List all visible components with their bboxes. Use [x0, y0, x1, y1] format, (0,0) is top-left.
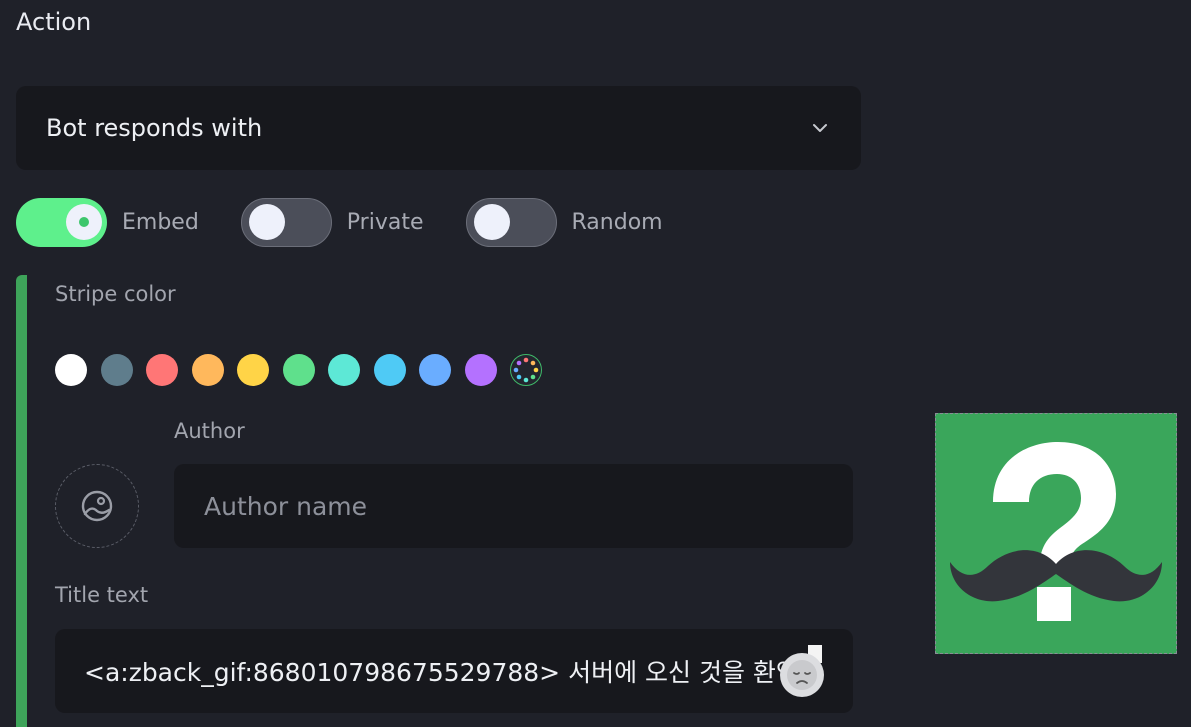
toggle-knob: [248, 204, 285, 240]
dropdown-selected-value: Bot responds with: [46, 114, 263, 142]
color-swatch-orange[interactable]: [191, 354, 224, 386]
toggle-knob: [473, 204, 510, 240]
stripe-color-swatches: [55, 354, 556, 386]
embed-toggle[interactable]: [16, 198, 107, 247]
action-type-dropdown[interactable]: Bot responds with: [16, 86, 861, 170]
custom-color-picker-button[interactable]: [510, 354, 542, 386]
color-swatch-teal[interactable]: [328, 354, 360, 386]
color-swatch-white[interactable]: [55, 354, 87, 386]
title-text-label: Title text: [55, 583, 149, 607]
random-toggle[interactable]: [465, 198, 557, 247]
section-title: Action: [16, 8, 92, 36]
color-swatch-blue[interactable]: [419, 354, 451, 386]
title-text-input[interactable]: <a:zback_gif:868010798675529788> 서버에 오신 …: [55, 629, 853, 713]
random-option: Random: [465, 198, 663, 247]
color-swatch-green[interactable]: [282, 354, 315, 386]
toggle-knob: [66, 204, 102, 240]
color-swatch-yellow[interactable]: [237, 354, 269, 386]
private-toggle[interactable]: [240, 198, 332, 247]
embed-thumbnail-preview[interactable]: [935, 413, 1177, 654]
color-swatch-purple[interactable]: [464, 354, 497, 386]
embed-stripe-bar: [16, 275, 27, 727]
emoji-picker-button[interactable]: [780, 653, 824, 697]
embed-option: Embed: [16, 198, 199, 247]
author-label: Author: [174, 419, 245, 443]
private-option: Private: [240, 198, 424, 247]
private-toggle-label: Private: [346, 210, 424, 235]
author-avatar-upload-button[interactable]: [55, 464, 139, 548]
options-toggle-row: Embed Private Random: [16, 198, 705, 247]
color-swatch-slate[interactable]: [100, 354, 133, 386]
stripe-color-label: Stripe color: [55, 282, 176, 306]
author-name-input[interactable]: Author name: [174, 464, 853, 548]
random-toggle-label: Random: [571, 210, 663, 235]
sleepy-face-emoji-icon: [787, 660, 817, 690]
image-upload-icon: [81, 490, 113, 522]
color-swatch-red[interactable]: [146, 354, 178, 386]
chevron-down-icon: [813, 124, 827, 132]
color-swatch-sky[interactable]: [373, 354, 406, 386]
palette-wheel-icon: [513, 357, 539, 383]
question-mustache-icon: [950, 442, 1162, 621]
embed-toggle-label: Embed: [122, 210, 199, 235]
